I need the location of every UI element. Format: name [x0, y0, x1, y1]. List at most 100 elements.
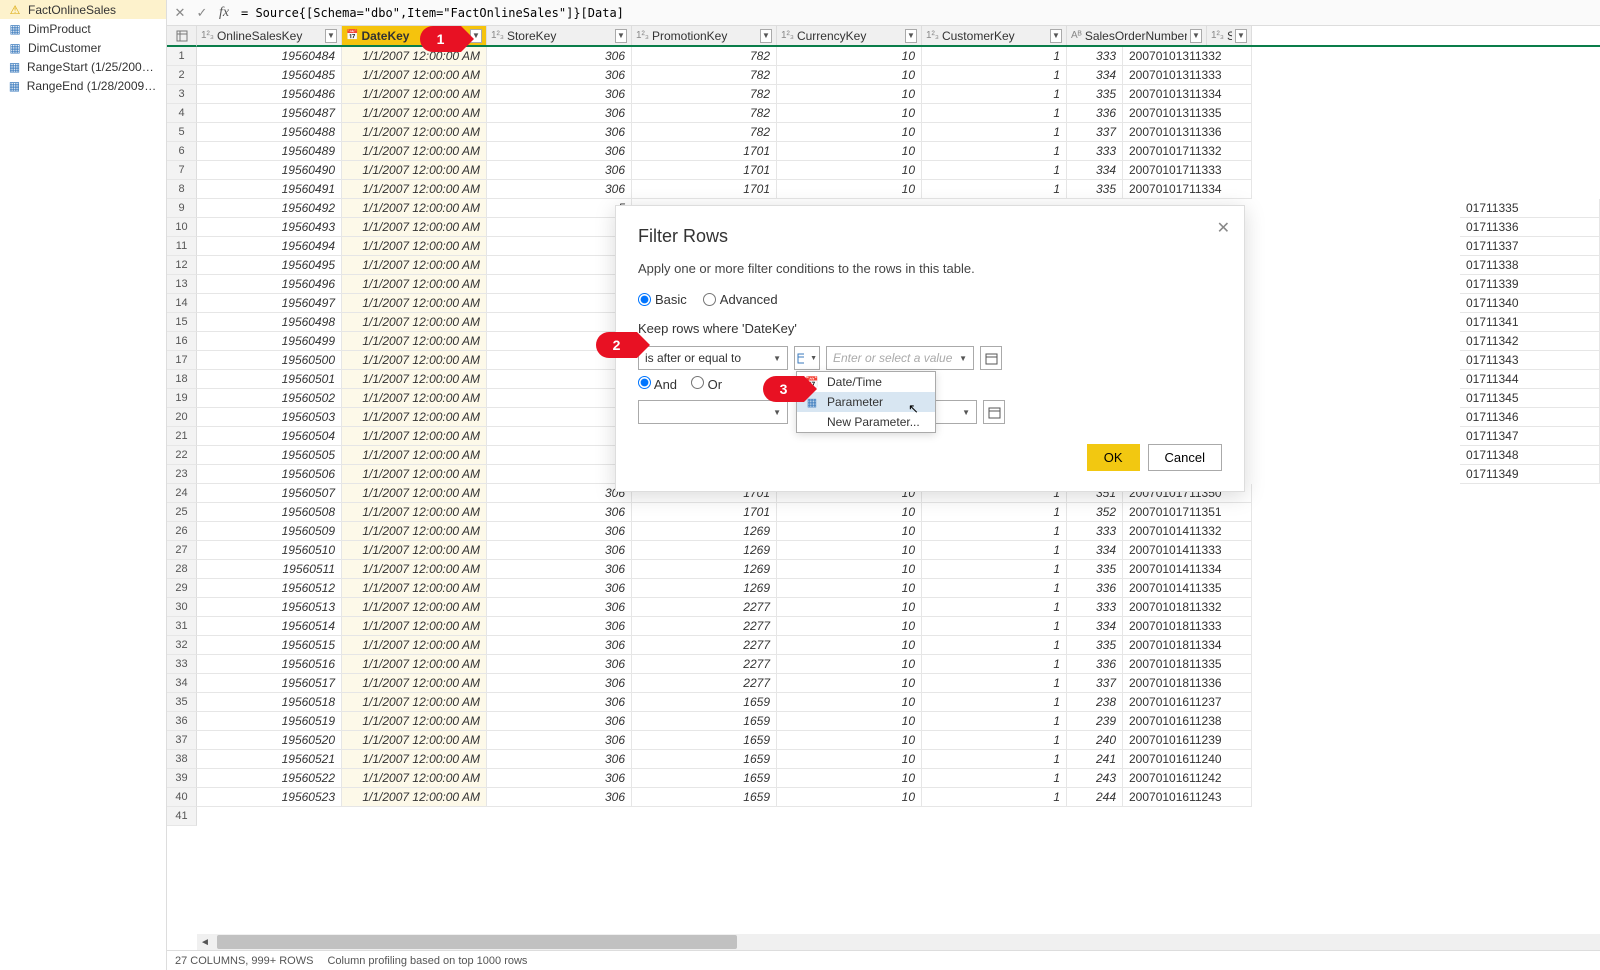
cell: 306: [487, 598, 632, 617]
row-number[interactable]: 18: [167, 370, 197, 389]
column-filter-icon[interactable]: ▼: [1235, 29, 1247, 43]
advanced-radio[interactable]: Advanced: [703, 292, 778, 307]
cell: 336: [1067, 579, 1123, 598]
cell: 782: [632, 66, 777, 85]
type-menu-datetime[interactable]: 📅Date/Time: [797, 372, 935, 392]
row-number[interactable]: 25: [167, 503, 197, 522]
row-number[interactable]: 14: [167, 294, 197, 313]
row-number[interactable]: 40: [167, 788, 197, 807]
table-row: 195604841/1/2007 12:00:00 AM306782101333…: [197, 47, 1600, 66]
row-number[interactable]: 36: [167, 712, 197, 731]
row-number[interactable]: 32: [167, 636, 197, 655]
horizontal-scrollbar[interactable]: ◄: [197, 934, 1600, 950]
scroll-thumb[interactable]: [217, 935, 737, 949]
column-header-ck[interactable]: 1²₃CurrencyKey▼: [777, 26, 922, 45]
query-item[interactable]: ▦RangeStart (1/25/2009 1...: [0, 57, 166, 76]
row-number[interactable]: 39: [167, 769, 197, 788]
cell: 1/1/2007 12:00:00 AM: [342, 389, 487, 408]
cell: 5: [487, 313, 632, 332]
cell: 306: [487, 788, 632, 807]
cell: 1659: [632, 731, 777, 750]
cell: 1/1/2007 12:00:00 AM: [342, 655, 487, 674]
type-menu-new-parameter[interactable]: New Parameter...: [797, 412, 935, 432]
row-number[interactable]: 15: [167, 313, 197, 332]
cell: 1/1/2007 12:00:00 AM: [342, 674, 487, 693]
value-type-dropdown[interactable]: ▼: [794, 346, 820, 370]
query-item[interactable]: ⚠FactOnlineSales: [0, 0, 166, 19]
row-number[interactable]: 3: [167, 85, 197, 104]
row-number[interactable]: 6: [167, 142, 197, 161]
column-header-son[interactable]: AᴮSalesOrderNumber▼: [1067, 26, 1207, 45]
row-number[interactable]: 2: [167, 66, 197, 85]
row-number[interactable]: 21: [167, 427, 197, 446]
row-number[interactable]: 12: [167, 256, 197, 275]
column-header-osk[interactable]: 1²₃OnlineSalesKey▼: [197, 26, 342, 45]
row-number[interactable]: 10: [167, 218, 197, 237]
row-number[interactable]: 9: [167, 199, 197, 218]
row-number[interactable]: 11: [167, 237, 197, 256]
cancel-button[interactable]: Cancel: [1148, 444, 1222, 471]
cancel-formula-icon[interactable]: ✕: [171, 4, 189, 22]
cell: 19560508: [197, 503, 342, 522]
row-number[interactable]: 27: [167, 541, 197, 560]
row-number[interactable]: 41: [167, 807, 197, 826]
row-number[interactable]: 33: [167, 655, 197, 674]
row-number[interactable]: 37: [167, 731, 197, 750]
row-header-corner[interactable]: [167, 26, 197, 47]
column-filter-icon[interactable]: ▼: [1050, 29, 1062, 43]
row-number[interactable]: 13: [167, 275, 197, 294]
close-icon[interactable]: ✕: [1217, 218, 1230, 238]
query-item[interactable]: ▦RangeEnd (1/28/2009 12...: [0, 76, 166, 95]
column-header-x[interactable]: 1²₃SalesO▼: [1207, 26, 1252, 45]
row-number[interactable]: 20: [167, 408, 197, 427]
column-header-cuk[interactable]: 1²₃CustomerKey▼: [922, 26, 1067, 45]
type-icon: 1²₃: [491, 30, 504, 41]
commit-formula-icon[interactable]: ✓: [193, 4, 211, 22]
column-filter-icon[interactable]: ▼: [1190, 29, 1202, 43]
row-number[interactable]: 7: [167, 161, 197, 180]
row-number[interactable]: 4: [167, 104, 197, 123]
or-radio[interactable]: Or: [691, 376, 722, 392]
type-menu-parameter[interactable]: ▦Parameter: [797, 392, 935, 412]
row-number[interactable]: 22: [167, 446, 197, 465]
operator-dropdown-2[interactable]: ▼: [638, 400, 788, 424]
row-number[interactable]: 8: [167, 180, 197, 199]
row-number[interactable]: 31: [167, 617, 197, 636]
column-filter-icon[interactable]: ▼: [760, 29, 772, 43]
row-number[interactable]: 29: [167, 579, 197, 598]
and-radio[interactable]: And: [638, 376, 677, 392]
column-header-pk[interactable]: 1²₃PromotionKey▼: [632, 26, 777, 45]
formula-input[interactable]: [237, 4, 1596, 22]
row-number[interactable]: 19: [167, 389, 197, 408]
row-number[interactable]: 38: [167, 750, 197, 769]
date-picker-button-2[interactable]: [983, 400, 1005, 424]
row-number[interactable]: 16: [167, 332, 197, 351]
row-number[interactable]: 34: [167, 674, 197, 693]
row-number[interactable]: 30: [167, 598, 197, 617]
row-number[interactable]: 26: [167, 522, 197, 541]
column-filter-icon[interactable]: ▼: [905, 29, 917, 43]
fx-icon[interactable]: fx: [215, 4, 233, 22]
row-number[interactable]: 17: [167, 351, 197, 370]
callout-1: 1: [420, 26, 461, 52]
row-number[interactable]: 23: [167, 465, 197, 484]
row-number[interactable]: 5: [167, 123, 197, 142]
query-item[interactable]: ▦DimCustomer: [0, 38, 166, 57]
ok-button[interactable]: OK: [1087, 444, 1140, 471]
cell: 334: [1067, 161, 1123, 180]
value-dropdown[interactable]: Enter or select a value▼: [826, 346, 974, 370]
cell: 1: [922, 636, 1067, 655]
row-number[interactable]: 28: [167, 560, 197, 579]
column-filter-icon[interactable]: ▼: [325, 29, 337, 43]
row-number[interactable]: 24: [167, 484, 197, 503]
column-header-sk[interactable]: 1²₃StoreKey▼: [487, 26, 632, 45]
row-number[interactable]: 35: [167, 693, 197, 712]
query-item[interactable]: ▦DimProduct: [0, 19, 166, 38]
basic-radio[interactable]: Basic: [638, 292, 687, 307]
row-number[interactable]: 1: [167, 47, 197, 66]
operator-dropdown[interactable]: is after or equal to▼: [638, 346, 788, 370]
date-picker-button[interactable]: [980, 346, 1002, 370]
cell: 1659: [632, 693, 777, 712]
scroll-left-icon[interactable]: ◄: [197, 934, 213, 950]
column-filter-icon[interactable]: ▼: [615, 29, 627, 43]
